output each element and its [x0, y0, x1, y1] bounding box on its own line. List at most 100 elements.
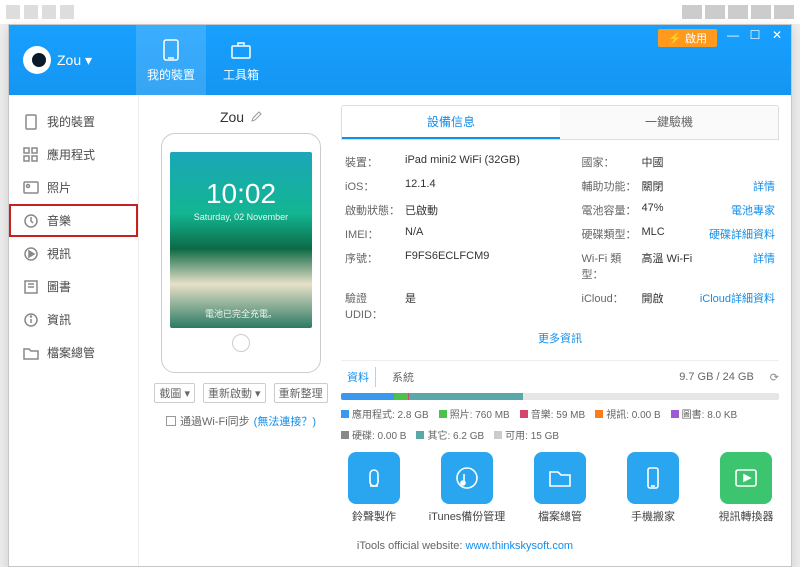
device-mockup: 10:02 Saturday, 02 November 電池已完全充電。 — [161, 133, 321, 373]
info-column: 設備信息 一鍵驗機 裝置：iPad mini2 WiFi (32GB)國家：中國… — [341, 105, 779, 524]
legend-item: 圖書: 8.0 KB — [671, 406, 738, 421]
tablet-icon — [159, 38, 183, 62]
minimize-button[interactable]: — — [727, 29, 739, 41]
lock-clock: 10:02 — [206, 178, 276, 210]
tool-bell[interactable]: 鈴聲製作 — [341, 452, 407, 524]
sidebar-item-info[interactable]: 資訊 — [9, 303, 138, 336]
disk-details-link[interactable]: 硬碟詳細資料 — [709, 226, 775, 242]
device-name: Zou — [220, 109, 244, 125]
device-title: Zou — [220, 109, 262, 125]
storage-tab-system[interactable]: 系統 — [386, 367, 420, 387]
tool-label: 手機搬家 — [631, 508, 675, 524]
folder-icon — [534, 452, 586, 504]
tool-label: iTunes備份管理 — [429, 508, 506, 524]
tool-music[interactable]: iTunes備份管理 — [434, 452, 500, 524]
storage-total: 9.7 GB / 24 GB — [679, 371, 754, 383]
tool-label: 鈴聲製作 — [352, 508, 396, 524]
storage-header: 資料 系統 9.7 GB / 24 GB ⟳ — [341, 367, 779, 387]
storage-section: 資料 系統 9.7 GB / 24 GB ⟳ 應用程式: 2.8 GB 照片: 7… — [341, 360, 779, 442]
info-tabs: 設備信息 一鍵驗機 — [341, 105, 779, 140]
footer: iTools official website: www.thinkskysof… — [151, 534, 779, 562]
sidebar-item-books[interactable]: 圖書 — [9, 270, 138, 303]
device-actions: 截圖 ▾ 重新啟動 ▾ 重新整理 — [154, 383, 327, 403]
reboot-button[interactable]: 重新啟動 ▾ — [203, 383, 266, 403]
header-tab-toolbox[interactable]: 工具箱 — [206, 25, 276, 95]
phone-icon — [627, 452, 679, 504]
info-value: F9FS6ECLFCM9 — [405, 250, 582, 282]
activate-button[interactable]: ⚡ 啟用 — [658, 29, 717, 47]
sidebar-item-label: 照片 — [47, 179, 71, 196]
tool-phone[interactable]: 手機搬家 — [620, 452, 686, 524]
sidebar: 我的裝置 應用程式 照片 音樂 視訊 圖書 資訊 檔案總管 — [9, 95, 139, 566]
header-tab-label: 工具箱 — [223, 66, 259, 83]
sidebar-item-label: 應用程式 — [47, 146, 95, 163]
info-value: iPad mini2 WiFi (32GB) — [405, 154, 582, 170]
info-value: N/A — [405, 226, 582, 242]
info-value: 關閉 — [642, 178, 754, 194]
bell-icon — [348, 452, 400, 504]
storage-bar — [341, 393, 779, 400]
footer-text: iTools official website: — [357, 540, 466, 552]
music-icon — [23, 213, 39, 229]
sidebar-item-label: 圖書 — [47, 278, 71, 295]
info-label: 裝置： — [345, 154, 405, 170]
info-value: 中國 — [642, 154, 776, 170]
edit-icon[interactable] — [250, 111, 262, 123]
wifi-details-link[interactable]: 詳情 — [753, 250, 775, 282]
more-info-link[interactable]: 更多資訊 — [341, 326, 779, 350]
legend-item: 照片: 760 MB — [439, 406, 510, 421]
home-button-icon — [232, 334, 250, 352]
info-label: IMEI： — [345, 226, 405, 242]
tab-one-click-check[interactable]: 一鍵驗機 — [560, 106, 778, 139]
icloud-details-link[interactable]: iCloud詳細資料 — [700, 290, 775, 322]
info-label: 驗證 UDID： — [345, 290, 405, 322]
sidebar-item-label: 我的裝置 — [47, 113, 95, 130]
legend-item: 應用程式: 2.8 GB — [341, 406, 429, 421]
details-link[interactable]: 詳情 — [753, 178, 775, 194]
sidebar-item-label: 視訊 — [47, 245, 71, 262]
refresh-button[interactable]: 重新整理 — [274, 383, 328, 403]
header-tab-label: 我的裝置 — [147, 66, 195, 83]
info-value: 已啟動 — [405, 202, 582, 218]
info-value: MLC — [642, 226, 710, 242]
tools-row: 鈴聲製作iTunes備份管理檔案總管手機搬家視訊轉換器 — [341, 452, 779, 524]
footer-link[interactable]: www.thinkskysoft.com — [466, 540, 574, 552]
sidebar-item-file-manager[interactable]: 檔案總管 — [9, 336, 138, 369]
maximize-button[interactable]: ☐ — [749, 29, 761, 41]
storage-tab-data[interactable]: 資料 — [341, 367, 376, 387]
storage-seg — [523, 393, 779, 400]
header-tab-my-devices[interactable]: 我的裝置 — [136, 25, 206, 95]
account-menu[interactable]: Zou ▾ — [57, 52, 92, 69]
wifi-sync-help-link[interactable]: (無法連接？) — [254, 413, 316, 429]
lock-charged: 電池已完全充電。 — [205, 307, 277, 320]
sidebar-item-apps[interactable]: 應用程式 — [9, 138, 138, 171]
tool-folder[interactable]: 檔案總管 — [527, 452, 593, 524]
sidebar-item-music[interactable]: 音樂 — [9, 204, 138, 237]
legend-item: 硬碟: 0.00 B — [341, 427, 406, 442]
brand[interactable]: Zou ▾ — [9, 25, 106, 95]
sidebar-item-label: 資訊 — [47, 311, 71, 328]
sidebar-item-my-devices[interactable]: 我的裝置 — [9, 105, 138, 138]
battery-expert-link[interactable]: 電池專家 — [731, 202, 775, 218]
wifi-sync-row: 通過Wi-Fi同步 (無法連接？) — [166, 413, 316, 429]
music-icon — [441, 452, 493, 504]
tab-device-info[interactable]: 設備信息 — [342, 106, 560, 139]
wifi-sync-checkbox[interactable] — [166, 416, 176, 426]
refresh-icon[interactable]: ⟳ — [770, 371, 779, 384]
sidebar-item-photos[interactable]: 照片 — [9, 171, 138, 204]
storage-legend: 應用程式: 2.8 GB照片: 760 MB音樂: 59 MB視訊: 0.00 … — [341, 406, 779, 442]
info-label: 國家： — [582, 154, 642, 170]
storage-seg — [341, 393, 394, 400]
close-button[interactable]: ✕ — [771, 29, 783, 41]
book-icon — [23, 279, 39, 295]
wifi-sync-label: 通過Wi-Fi同步 — [180, 413, 250, 429]
tablet-icon — [23, 114, 39, 130]
sidebar-item-label: 音樂 — [47, 212, 71, 229]
tool-label: 視訊轉換器 — [719, 508, 774, 524]
sidebar-item-label: 檔案總管 — [47, 344, 95, 361]
screenshot-button[interactable]: 截圖 ▾ — [154, 383, 195, 403]
tool-video[interactable]: 視訊轉換器 — [713, 452, 779, 524]
info-value: 12.1.4 — [405, 178, 582, 194]
main-panel: Zou 10:02 Saturday, 02 November 電池已完全充電。… — [139, 95, 791, 566]
sidebar-item-videos[interactable]: 視訊 — [9, 237, 138, 270]
